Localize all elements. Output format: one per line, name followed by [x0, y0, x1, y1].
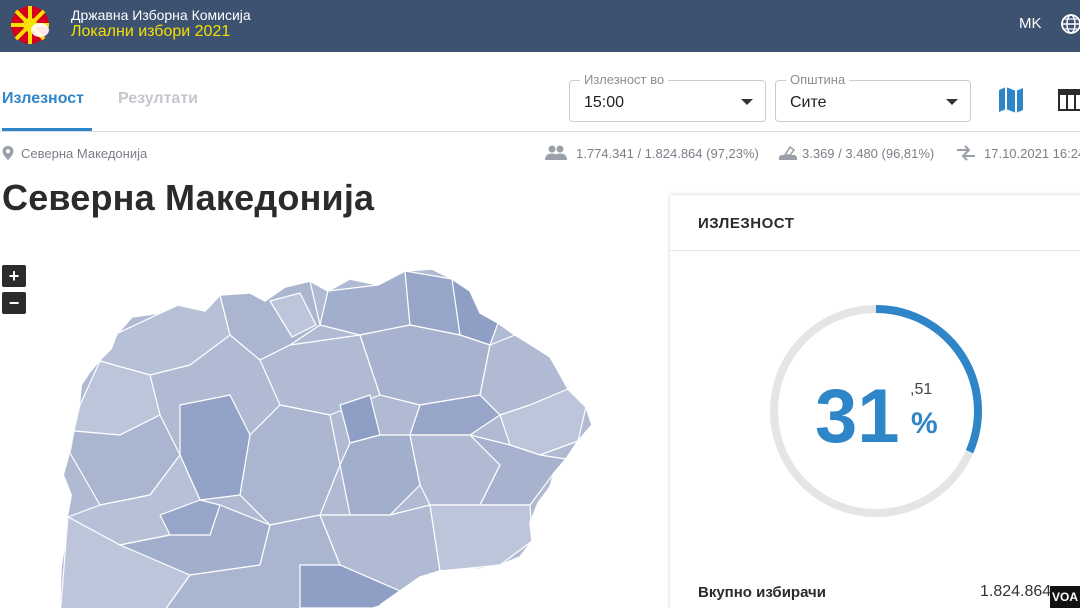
turnout-card-title: ИЗЛЕЗНОСТ: [698, 215, 795, 232]
municipality-value: Сите: [790, 94, 827, 111]
ballot-box-icon: [779, 145, 797, 160]
turnout-card: ИЗЛЕЗНОСТ 31 ,51 % Вкупно избирачи 1.824…: [670, 195, 1080, 608]
voters-stat: 1.774.341 / 1.824.864 (97,23%): [576, 146, 759, 161]
total-voters-label: Вкупно избирачи: [698, 584, 826, 601]
table-icon[interactable]: [1056, 86, 1080, 114]
turnout-percent-sign: %: [911, 407, 938, 440]
municipality-label: Општина: [786, 72, 850, 87]
location-pin-icon: [2, 146, 14, 160]
turnout-percent-integer: 31: [815, 374, 900, 459]
swap-arrows-icon: [957, 145, 975, 161]
last-updated-stat: 17.10.2021 16:24: [984, 146, 1080, 161]
voters-icon: [545, 145, 567, 160]
polling-stations-stat: 3.369 / 3.480 (96,81%): [802, 146, 935, 161]
tab-turnout[interactable]: Излезност: [2, 90, 84, 108]
municipalities-map[interactable]: [60, 265, 600, 608]
state-emblem-icon[interactable]: [4, 4, 56, 46]
globe-icon[interactable]: [1060, 13, 1080, 35]
turnout-time-value: 15:00: [584, 94, 625, 111]
voa-watermark: VOA: [1050, 586, 1080, 608]
municipality-select[interactable]: Општина Сите: [775, 72, 971, 122]
region-dojran[interactable]: [429, 504, 533, 572]
page-title: Северна Македонија: [2, 177, 375, 218]
caret-down-icon: [946, 99, 958, 105]
turnout-time-label: Излезност во: [580, 72, 669, 87]
tabs-divider: [0, 131, 1080, 132]
tab-results[interactable]: Резултати: [118, 90, 198, 108]
total-voters-value: 1.824.864: [980, 583, 1052, 600]
map-icon[interactable]: [996, 86, 1026, 114]
top-bar: Државна Изборна Комисија Локални избори …: [0, 0, 1080, 52]
turnout-time-select[interactable]: Излезност во 15:00: [569, 72, 766, 122]
turnout-card-header: ИЗЛЕЗНОСТ: [670, 195, 1080, 251]
caret-down-icon: [741, 99, 753, 105]
location-breadcrumb: Северна Македонија: [21, 146, 148, 161]
region-kumanovo[interactable]: [319, 270, 411, 336]
org-name: Државна Изборна Комисија: [71, 7, 251, 23]
language-switch[interactable]: MK: [1019, 15, 1042, 32]
zoom-in-button[interactable]: +: [2, 265, 26, 287]
turnout-percent-decimal: ,51: [910, 381, 933, 398]
zoom-out-button[interactable]: −: [2, 292, 26, 314]
election-name: Локални избори 2021: [71, 23, 231, 40]
